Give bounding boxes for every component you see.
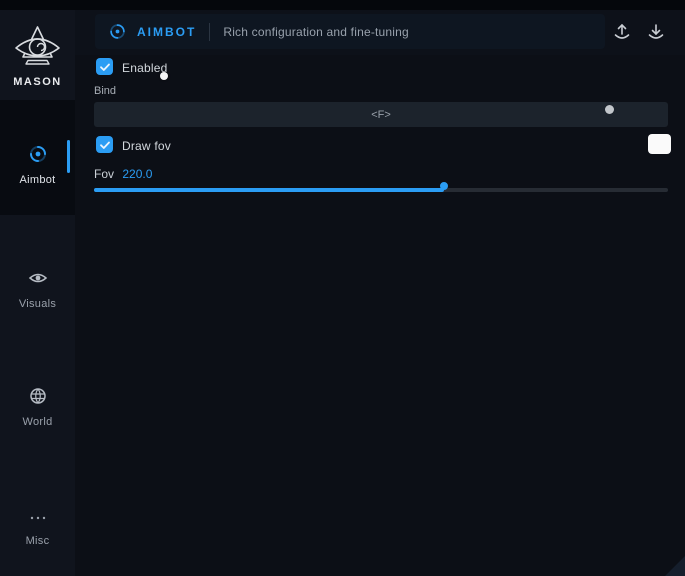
sidebar-item-label: World (22, 416, 52, 428)
draw-fov-label: Draw fov (122, 139, 171, 153)
check-icon (99, 139, 111, 151)
bind-key-input[interactable]: <F> (94, 102, 668, 127)
mouse-cursor-dot (160, 72, 168, 80)
page-subtitle: Rich configuration and fine-tuning (223, 25, 409, 39)
sidebar-item-world[interactable]: World (0, 378, 75, 430)
section-title-bar: AIMBOT Rich configuration and fine-tunin… (95, 14, 605, 49)
bind-label: Bind (94, 85, 116, 97)
fov-slider-fill (94, 188, 444, 192)
globe-icon (28, 386, 48, 406)
resize-grip[interactable] (665, 556, 685, 576)
title-divider (209, 23, 210, 41)
eye-icon (28, 268, 48, 288)
sidebar-item-misc[interactable]: Misc (0, 497, 75, 549)
sidebar-item-label: Aimbot (19, 174, 55, 186)
fov-label: Fov (94, 167, 114, 181)
download-icon (646, 21, 666, 43)
download-config-button[interactable] (646, 21, 666, 43)
fov-slider-thumb[interactable] (440, 182, 448, 190)
crosshair-icon (109, 23, 126, 40)
fov-label-row: Fov 220.0 (94, 167, 152, 181)
fov-slider[interactable] (94, 188, 668, 192)
enabled-checkbox[interactable] (96, 58, 113, 75)
ellipsis-icon (28, 505, 48, 525)
draw-fov-checkbox[interactable] (96, 136, 113, 153)
fov-color-swatch[interactable] (648, 134, 671, 154)
page-title: AIMBOT (137, 25, 196, 39)
sidebar: MASON Aimbot Visuals (0, 10, 75, 576)
mason-logo-icon (12, 24, 63, 74)
check-icon (99, 61, 111, 73)
sidebar-item-aimbot[interactable]: Aimbot (0, 100, 75, 215)
crosshair-icon (28, 144, 48, 164)
window-top-strip (0, 0, 685, 10)
selected-indicator (67, 140, 70, 173)
sidebar-item-visuals[interactable]: Visuals (0, 260, 75, 312)
sidebar-item-label: Misc (26, 535, 50, 547)
upload-icon (612, 21, 632, 43)
sidebar-item-label: Visuals (19, 298, 56, 310)
brand-name: MASON (0, 76, 75, 88)
fov-value: 220.0 (122, 167, 152, 181)
upload-config-button[interactable] (612, 21, 632, 43)
bind-indicator-dot (605, 105, 614, 114)
